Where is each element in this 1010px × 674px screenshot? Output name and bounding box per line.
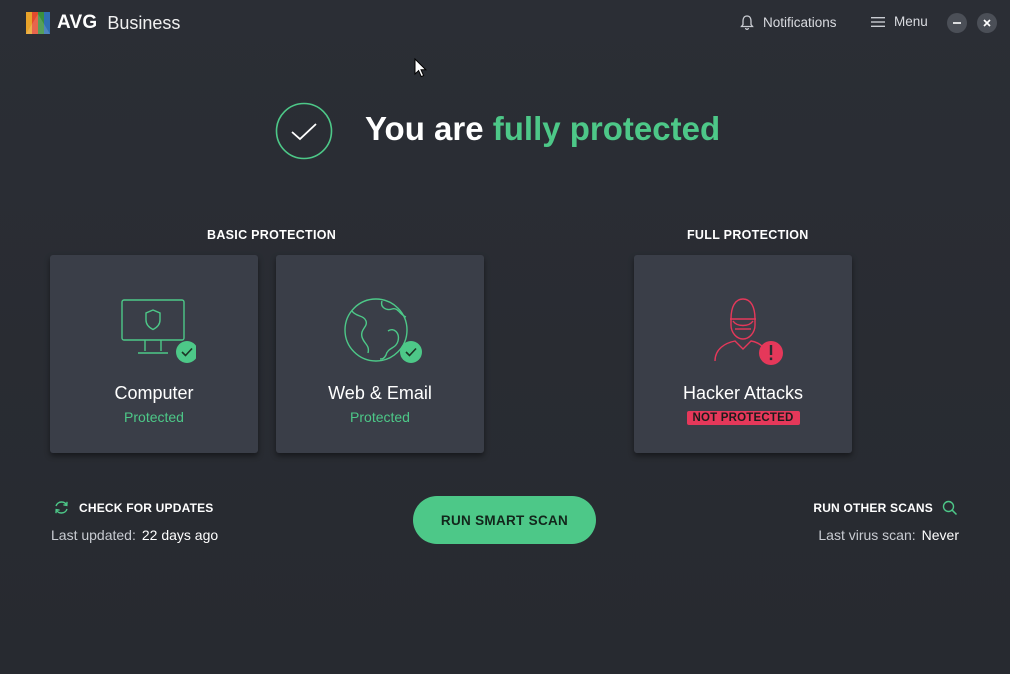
app-logo: AVG Business	[25, 10, 180, 36]
last-updated-value: 22 days ago	[141, 527, 219, 543]
hamburger-icon	[871, 16, 885, 27]
web-email-card-title: Web & Email	[328, 383, 432, 403]
last-virus-scan-value: Never	[921, 527, 959, 543]
run-other-scans-button[interactable]: RUN OTHER SCANS	[813, 500, 958, 516]
web-email-card[interactable]: Web & Email Protected	[276, 255, 484, 453]
app-window: AVG Business Notifications Menu You are	[0, 0, 1010, 674]
hacker-attacks-status-wrap: NOT PROTECTED	[634, 408, 852, 426]
notifications-button[interactable]: Notifications	[739, 14, 837, 31]
refresh-icon	[55, 501, 68, 514]
menu-button[interactable]: Menu	[870, 14, 928, 29]
hacker-icon	[714, 298, 783, 365]
run-other-scans-label: RUN OTHER SCANS	[813, 501, 933, 515]
last-virus-scan-label: Last virus scan:	[818, 527, 916, 543]
computer-card-title: Computer	[114, 383, 194, 403]
close-button[interactable]	[977, 13, 997, 33]
hacker-attacks-card-title: Hacker Attacks	[682, 383, 804, 403]
minimize-icon	[953, 22, 961, 24]
hacker-attacks-card[interactable]: Hacker Attacks NOT PROTECTED	[634, 255, 852, 453]
brand-name: AVG	[57, 12, 98, 33]
full-protection-label: FULL PROTECTION	[687, 228, 809, 242]
run-smart-scan-button[interactable]: RUN SMART SCAN	[413, 496, 596, 544]
product-name: Business	[107, 12, 181, 33]
search-icon	[942, 500, 958, 516]
basic-protection-label: BASIC PROTECTION	[207, 228, 337, 242]
last-updated-info: Last updated: 22 days ago	[51, 527, 218, 543]
check-for-updates-label: CHECK FOR UPDATES	[79, 500, 214, 515]
hero-title-accent: fully protected	[492, 110, 721, 147]
not-protected-badge: NOT PROTECTED	[686, 411, 800, 425]
web-email-card-status: Protected	[350, 409, 410, 425]
bell-icon	[740, 15, 754, 31]
check-for-updates-button[interactable]: CHECK FOR UPDATES	[53, 500, 214, 515]
close-icon	[983, 19, 991, 27]
avg-logo-icon	[25, 10, 55, 36]
notifications-label: Notifications	[763, 15, 837, 30]
last-updated-label: Last updated:	[51, 527, 136, 543]
hero-title-prefix: You are	[365, 110, 493, 147]
menu-label: Menu	[894, 14, 928, 29]
computer-card[interactable]: Computer Protected	[50, 255, 258, 453]
globe-icon	[344, 298, 422, 363]
protected-check-icon	[275, 102, 333, 160]
mouse-cursor-icon	[414, 58, 427, 78]
minimize-button[interactable]	[947, 13, 967, 33]
protection-status-title: You are fully protected	[365, 110, 720, 148]
last-virus-scan-info: Last virus scan: Never	[818, 527, 959, 543]
monitor-shield-icon	[121, 299, 196, 363]
computer-card-status: Protected	[124, 409, 184, 425]
